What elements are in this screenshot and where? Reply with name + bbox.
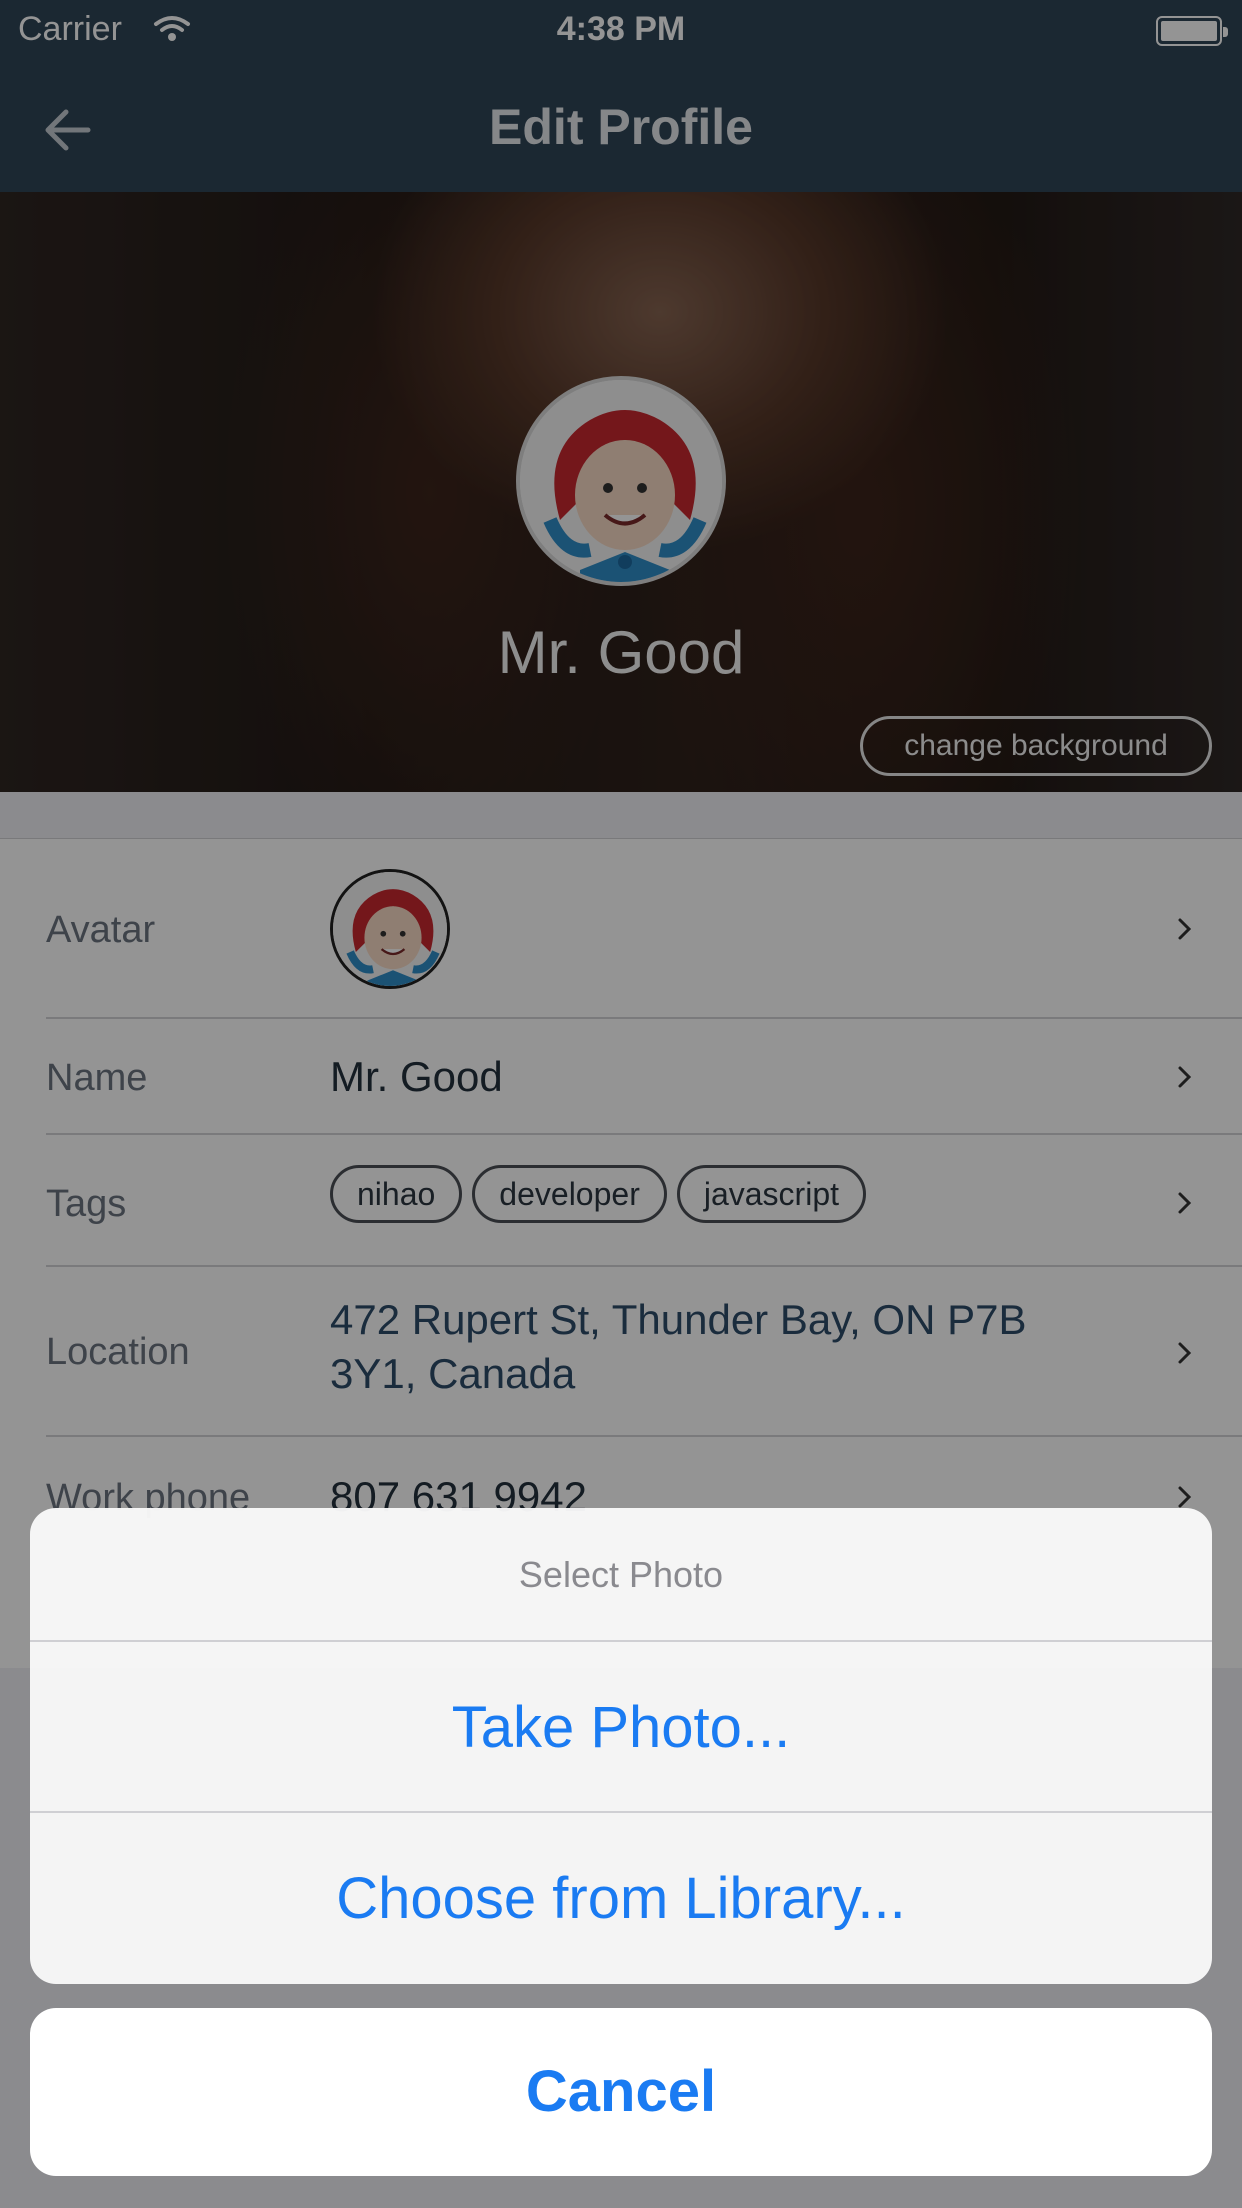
cancel-button[interactable]: Cancel bbox=[30, 2008, 1212, 2176]
action-sheet-title: Select Photo bbox=[30, 1508, 1212, 1642]
choose-from-library-button[interactable]: Choose from Library... bbox=[30, 1813, 1212, 1984]
select-photo-action-sheet: Select Photo Take Photo... Choose from L… bbox=[30, 1508, 1212, 1984]
take-photo-button[interactable]: Take Photo... bbox=[30, 1642, 1212, 1813]
